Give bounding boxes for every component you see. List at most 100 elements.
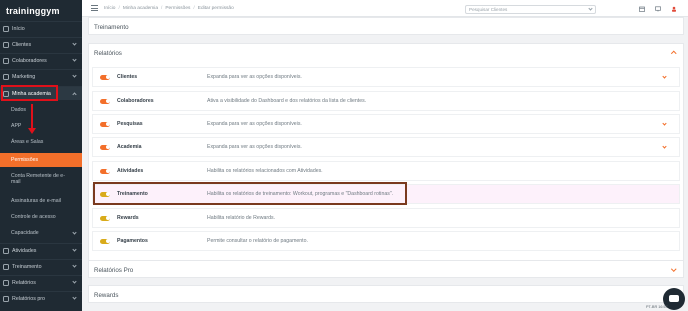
sidebar-item-label: Treinamento — [12, 263, 42, 270]
permission-description: Expanda para ver as opções disponíveis. — [207, 74, 302, 80]
section-title: Rewards — [94, 291, 119, 299]
annotation-highlight-box — [93, 182, 407, 205]
chevron-down-icon[interactable] — [662, 120, 667, 126]
permission-name: Rewards — [117, 215, 139, 221]
chevron-down-icon — [72, 229, 77, 235]
chevron-down-icon[interactable] — [662, 73, 667, 79]
main-content: Treinamento Relatórios Clientes Expanda p… — [88, 17, 684, 311]
sidebar-item-label: Marketing — [12, 73, 36, 80]
chevron-down-icon — [588, 6, 593, 11]
chevron-down-icon — [72, 295, 77, 300]
permission-name: Pagamentos — [117, 238, 148, 244]
sidebar-subitem-capacidade[interactable]: Capacidade — [0, 227, 82, 239]
permission-row[interactable]: Pesquisas Expanda para ver as opções disp… — [92, 114, 680, 134]
system-status: PT-BR 16:57 — [646, 305, 668, 309]
breadcrumb-item[interactable]: Minha academia — [123, 6, 158, 11]
permission-toggle[interactable] — [100, 238, 110, 244]
section-title: Treinamento — [94, 23, 129, 31]
sidebar-item-inicio[interactable]: Início — [0, 21, 82, 35]
chevron-down-icon[interactable] — [662, 143, 667, 149]
permission-toggle[interactable] — [100, 98, 110, 104]
sidebar-item-atividades[interactable]: Atividades — [0, 243, 82, 257]
search-placeholder: Pesquisar Clientes — [469, 7, 508, 12]
chevron-down-icon — [72, 57, 77, 62]
sidebar-item-label: Atividades — [12, 247, 37, 254]
calendar-icon[interactable] — [639, 6, 645, 12]
sidebar-subitem-controle-acesso[interactable]: Controle de acesso — [0, 211, 82, 223]
team-icon — [3, 57, 9, 64]
user-avatar-icon[interactable] — [671, 6, 677, 12]
sidebar-item-label: Relatórios — [12, 279, 36, 286]
annotation-highlight-box — [1, 85, 58, 101]
annotation-arrow-head — [28, 128, 36, 134]
breadcrumb-item[interactable]: Início — [104, 6, 115, 11]
report-pro-icon — [3, 295, 9, 302]
permission-name: Atividades — [117, 168, 144, 174]
sidebar-subitem-conta-remetente[interactable]: Conta Remetente de e-mail — [0, 170, 82, 187]
sidebar-item-marketing[interactable]: Marketing — [0, 69, 82, 83]
permission-name: Pesquisas — [117, 121, 143, 127]
chevron-down-icon — [72, 247, 77, 252]
breadcrumb: Início / Minha academia / Permissões / E… — [104, 6, 234, 11]
sidebar-subitem-assinaturas[interactable]: Assinaturas de e-mail — [0, 195, 82, 207]
permission-description: Permite consultar o relatório de pagamen… — [207, 238, 308, 244]
section-title: Relatórios Pro — [94, 266, 134, 274]
sidebar-item-clientes[interactable]: Clientes — [0, 37, 82, 51]
app-logo: traininggym — [6, 6, 60, 16]
chevron-up-icon[interactable] — [670, 51, 676, 57]
permission-row[interactable]: Academia Expanda para ver as opções dispo… — [92, 137, 680, 157]
sidebar-item-relatorios[interactable]: Relatórios — [0, 275, 82, 289]
topbar: Início / Minha academia / Permissões / E… — [82, 0, 688, 17]
annotation-arrow-shaft — [31, 104, 33, 131]
permission-toggle[interactable] — [100, 121, 110, 127]
permission-toggle[interactable] — [100, 74, 110, 80]
permission-toggle[interactable] — [100, 168, 110, 174]
sidebar-subitem-app[interactable]: APP — [0, 120, 82, 132]
permission-toggle[interactable] — [100, 215, 110, 221]
sidebar-item-label: Colaboradores — [12, 57, 47, 64]
chevron-up-icon — [72, 92, 77, 97]
breadcrumb-separator: / — [193, 5, 195, 11]
search-clients-select[interactable]: Pesquisar Clientes — [465, 5, 596, 14]
monitor-icon[interactable] — [655, 6, 661, 12]
menu-icon[interactable] — [91, 5, 98, 11]
section-treinamento[interactable]: Treinamento — [88, 17, 684, 35]
chevron-down-icon — [72, 263, 77, 268]
sidebar-subitem-areas-salas[interactable]: Áreas e Salas — [0, 136, 82, 148]
breadcrumb-item-current: Editar permissão — [197, 5, 234, 11]
permission-description: Habilita relatório de Rewards. — [207, 215, 276, 221]
chevron-down-icon — [72, 73, 77, 78]
sidebar-item-treinamento[interactable]: Treinamento — [0, 259, 82, 273]
permission-description: Ativa a visibilidade do Dashboard e dos … — [207, 98, 367, 104]
activity-icon — [3, 247, 9, 254]
sidebar-item-label: Clientes — [12, 41, 32, 48]
section-title: Relatórios — [94, 49, 122, 57]
users-icon — [3, 41, 9, 48]
breadcrumb-item[interactable]: Permissões — [165, 6, 190, 11]
permission-description: Habilita os relatórios relacionados com … — [207, 168, 323, 174]
permission-row[interactable]: Clientes Expanda para ver as opções dispo… — [92, 67, 680, 87]
sidebar-item-colaboradores[interactable]: Colaboradores — [0, 53, 82, 67]
sidebar-item-label: Relatórios pro — [12, 295, 45, 302]
permission-row: Colaboradores Ativa a visibilidade do Das… — [92, 91, 680, 111]
permission-toggle[interactable] — [100, 144, 110, 150]
permission-row: Pagamentos Permite consultar o relatório … — [92, 231, 680, 251]
chevron-down-icon[interactable] — [670, 266, 676, 272]
permission-description: Expanda para ver as opções disponíveis. — [207, 144, 302, 150]
section-relatorios-pro[interactable]: Relatórios Pro — [88, 260, 684, 278]
sidebar-item-relatorios-pro[interactable]: Relatórios pro — [0, 291, 82, 305]
permission-description: Expanda para ver as opções disponíveis. — [207, 121, 302, 127]
breadcrumb-separator: / — [161, 5, 163, 11]
chevron-down-icon — [72, 279, 77, 284]
sidebar-subitem-dados[interactable]: Dados — [0, 104, 82, 116]
sidebar-subitem-permissoes[interactable]: Permissões — [0, 153, 82, 167]
breadcrumb-separator: / — [118, 5, 120, 11]
section-header[interactable]: Relatórios — [89, 44, 683, 62]
sidebar-subitem-label: Capacidade — [11, 230, 39, 236]
section-rewards[interactable]: Rewards — [88, 285, 684, 303]
permission-name: Clientes — [117, 74, 138, 80]
permission-name: Colaboradores — [117, 98, 154, 104]
report-icon — [3, 279, 9, 286]
chevron-down-icon — [72, 41, 77, 46]
permission-row: Rewards Habilita relatório de Rewards. — [92, 208, 680, 228]
